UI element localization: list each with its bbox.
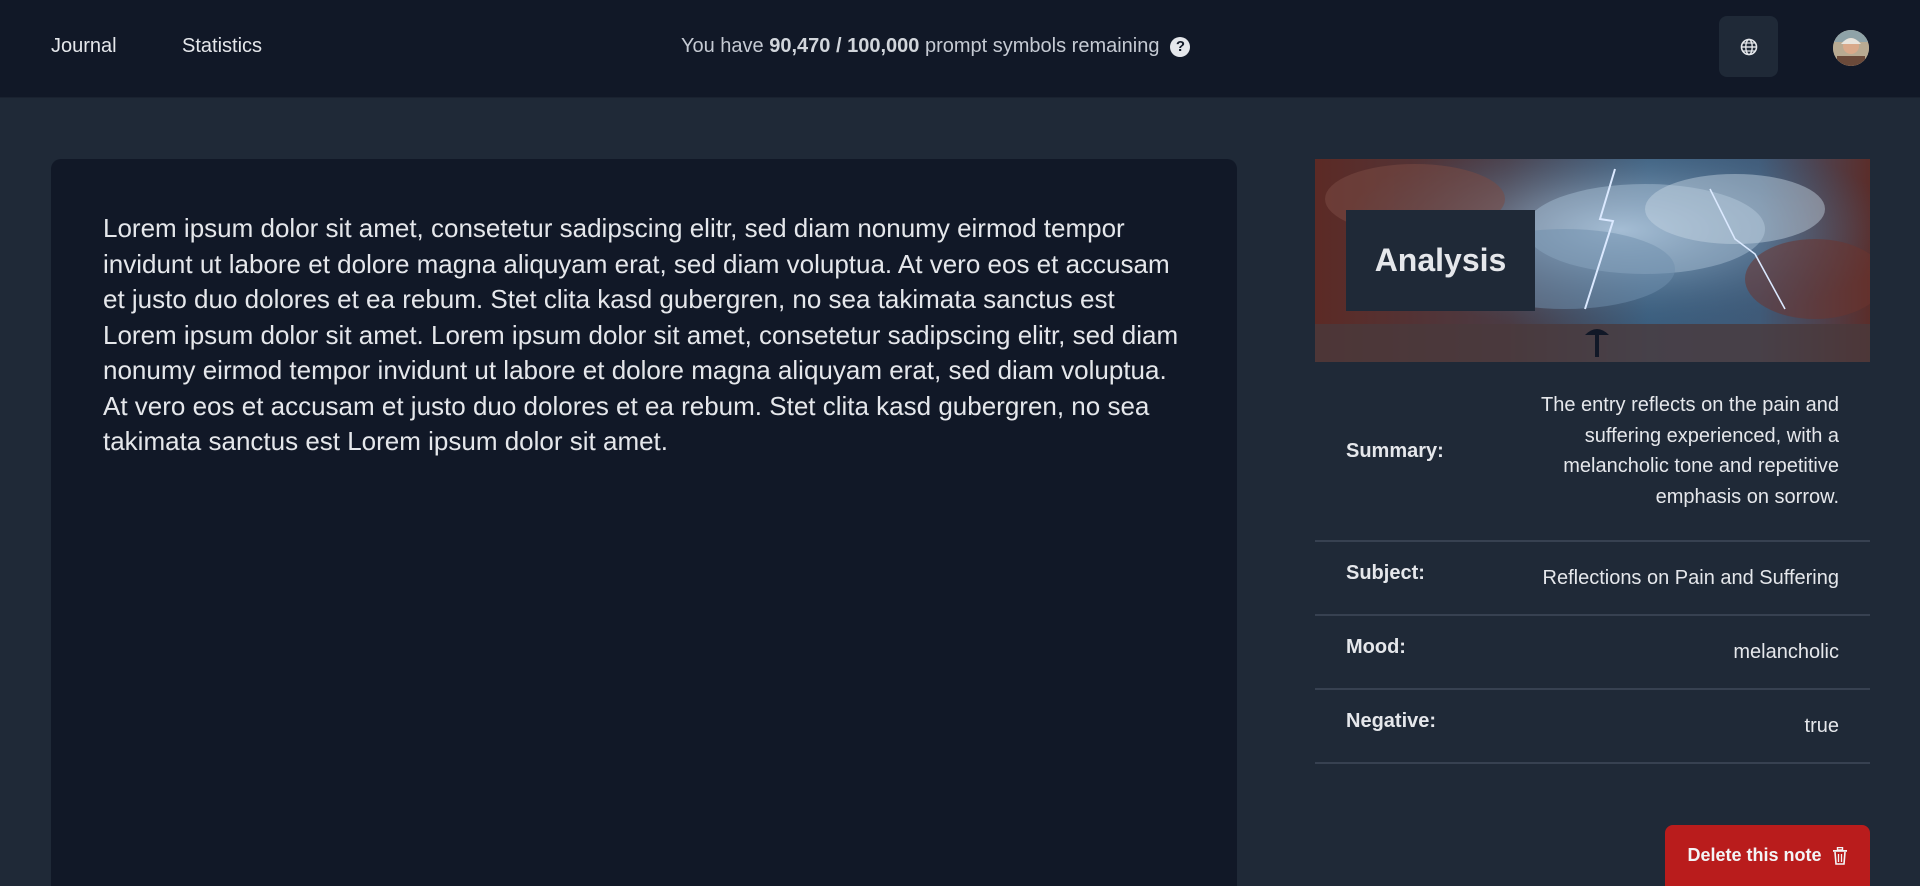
mood-label: Mood: [1346,636,1406,658]
negative-label: Negative: [1346,710,1437,732]
analysis-details: Summary: The entry reflects on the pain … [1315,362,1870,764]
summary-value: The entry reflects on the pain and suffe… [1541,394,1839,508]
mood-value: melancholic [1733,641,1839,663]
delete-note-label: Delete this note [1687,845,1822,865]
summary-row: Summary: The entry reflects on the pain … [1315,362,1870,542]
user-avatar[interactable] [1833,30,1869,66]
subject-row: Subject: Reflections on Pain and Sufferi… [1315,542,1870,616]
quota-prefix: You have [681,35,764,57]
quota-suffix: prompt symbols remaining [924,35,1160,57]
analysis-title-box: Analysis [1346,210,1535,311]
analysis-title: Analysis [1374,242,1507,278]
subject-label: Subject: [1346,562,1425,584]
delete-note-button[interactable]: Delete this note [1665,825,1870,886]
nav-statistics-link[interactable]: Statistics [182,35,262,58]
prompt-quota-status: You have 90,470 / 100,000 prompt symbols… [681,35,1191,58]
quota-count: 90,470 / 100,000 [769,35,920,57]
globe-icon [1740,38,1757,55]
subject-value: Reflections on Pain and Suffering [1542,567,1840,589]
journal-entry-text[interactable]: Lorem ipsum dolor sit amet, consetetur s… [103,211,1185,460]
avatar-image [1833,30,1869,66]
negative-row: Negative: true [1315,690,1870,764]
negative-value: true [1804,715,1839,737]
summary-label: Summary: [1346,439,1444,462]
mood-row: Mood: melancholic [1315,616,1870,690]
question-circle-icon[interactable]: ? [1170,36,1191,57]
nav-journal-link[interactable]: Journal [51,35,117,58]
analysis-hero-image: Analysis [1315,159,1870,362]
analysis-panel: Analysis Summary: The entry reflects on … [1315,159,1870,886]
top-navigation-bar: Journal Statistics You have 90,470 / 100… [0,0,1920,98]
journal-entry-editor[interactable]: Lorem ipsum dolor sit amet, consetetur s… [51,159,1237,886]
trash-icon [1832,846,1847,865]
language-button[interactable] [1719,16,1778,77]
